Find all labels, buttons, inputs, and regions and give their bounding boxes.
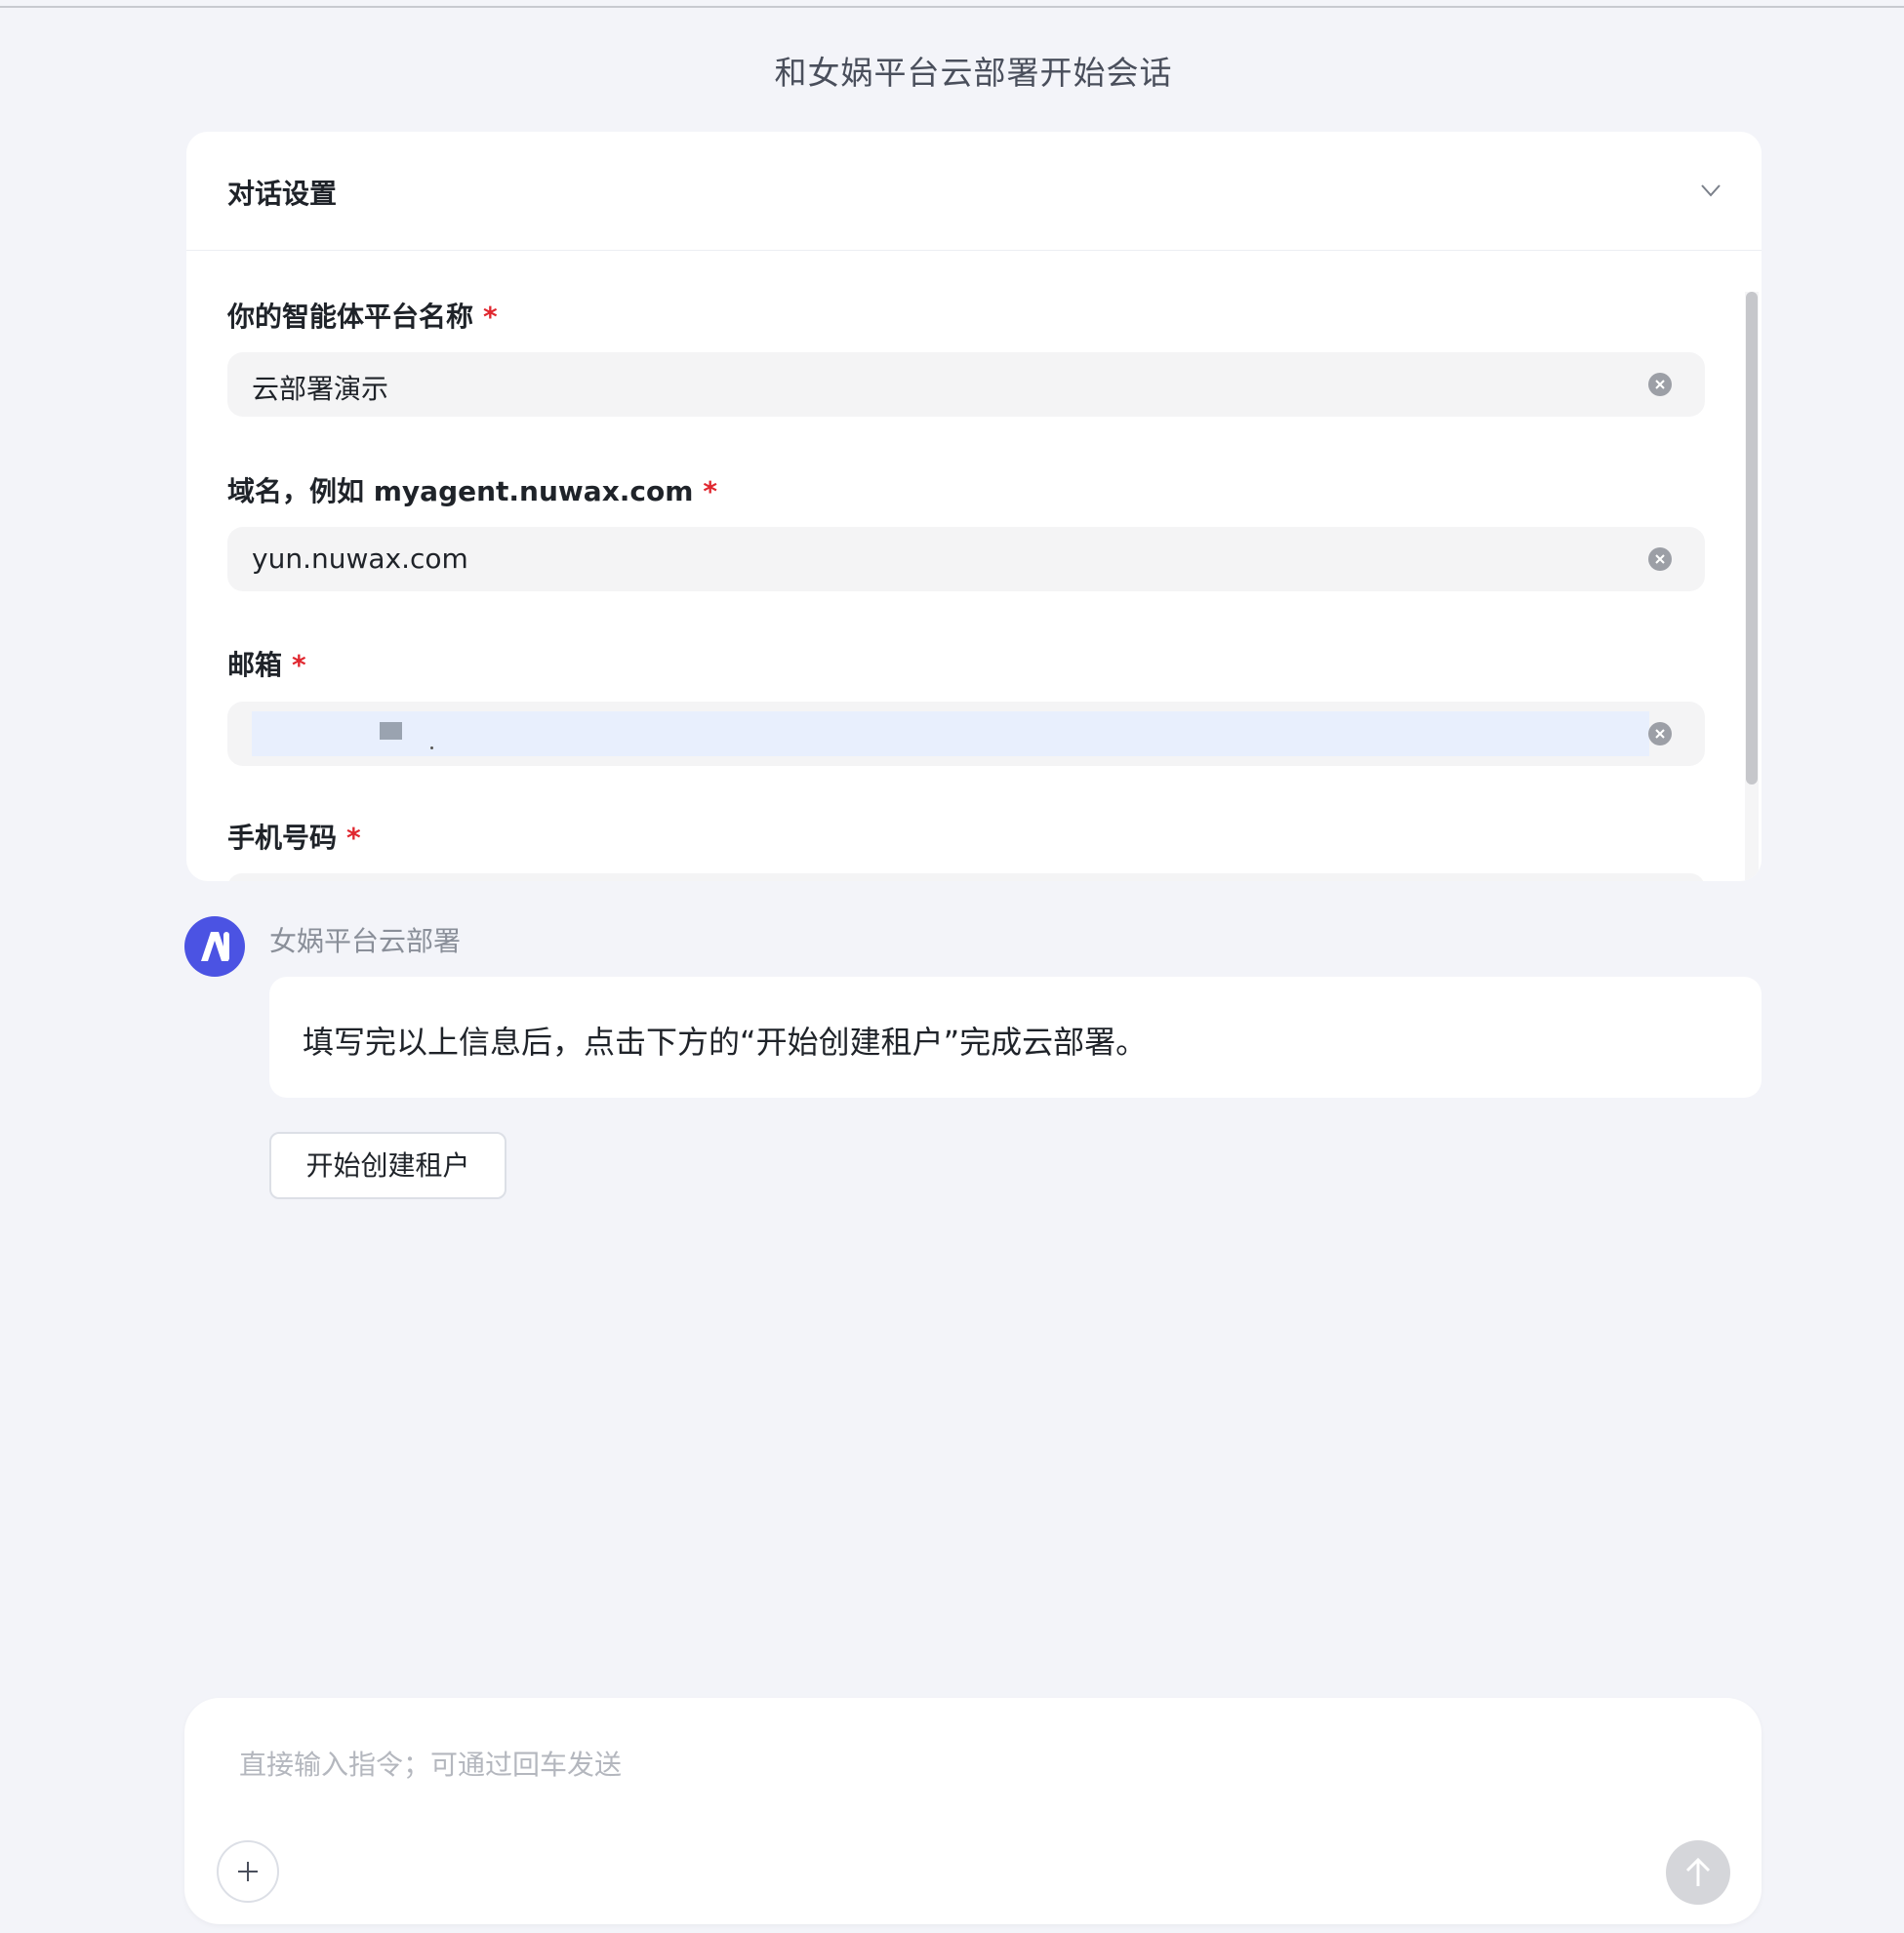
platform-name-label: 你的智能体平台名称 * <box>227 296 498 335</box>
window-top-border <box>0 0 1904 8</box>
settings-panel-header[interactable]: 对话设置 <box>186 132 1762 251</box>
chevron-down-icon[interactable] <box>1697 177 1724 204</box>
clear-icon[interactable] <box>1648 373 1672 396</box>
required-mark: * <box>292 649 306 681</box>
settings-panel-title: 对话设置 <box>227 178 338 210</box>
create-tenant-button[interactable]: 开始创建租户 <box>269 1132 506 1199</box>
bot-name: 女娲平台云部署 <box>269 925 462 957</box>
domain-label-text: 域名，例如 myagent.nuwax.com <box>227 475 694 507</box>
composer <box>184 1698 1762 1924</box>
domain-label: 域名，例如 myagent.nuwax.com * <box>227 470 717 509</box>
platform-name-label-text: 你的智能体平台名称 <box>227 301 474 333</box>
arrow-up-icon <box>1685 1857 1711 1886</box>
phone-label-text: 手机号码 <box>227 822 338 854</box>
required-mark: * <box>703 475 718 507</box>
required-mark: * <box>483 301 498 333</box>
send-button[interactable] <box>1666 1840 1730 1905</box>
email-field[interactable] <box>227 702 1705 766</box>
redacted-text <box>380 722 402 740</box>
email-label-text: 邮箱 <box>227 649 283 681</box>
add-attachment-button[interactable] <box>217 1840 279 1903</box>
platform-name-field[interactable]: 云部署演示 <box>227 352 1705 417</box>
redacted-dot <box>430 746 433 749</box>
plus-icon <box>238 1862 258 1881</box>
scrollbar-thumb[interactable] <box>1746 292 1758 785</box>
clear-icon[interactable] <box>1648 547 1672 571</box>
domain-field[interactable]: yun.nuwax.com <box>227 527 1705 591</box>
bot-avatar <box>184 916 245 977</box>
settings-panel: 对话设置 你的智能体平台名称 * 云部署演示 域名，例如 myagent.nuwa… <box>186 132 1762 881</box>
email-autofill-value[interactable] <box>252 711 1649 756</box>
domain-value[interactable]: yun.nuwax.com <box>252 543 468 575</box>
phone-field[interactable] <box>227 873 1705 881</box>
message-bubble: 填写完以上信息后，点击下方的“开始创建租户”完成云部署。 <box>269 977 1762 1098</box>
clear-icon[interactable] <box>1648 722 1672 745</box>
email-label: 邮箱 * <box>227 644 306 683</box>
platform-name-value[interactable]: 云部署演示 <box>252 368 388 407</box>
page-title: 和女娲平台云部署开始会话 <box>774 54 1173 92</box>
message-input[interactable] <box>239 1743 1703 1786</box>
required-mark: * <box>346 822 361 854</box>
message-text: 填写完以上信息后，点击下方的“开始创建租户”完成云部署。 <box>303 1024 1148 1061</box>
phone-label: 手机号码 * <box>227 817 361 856</box>
